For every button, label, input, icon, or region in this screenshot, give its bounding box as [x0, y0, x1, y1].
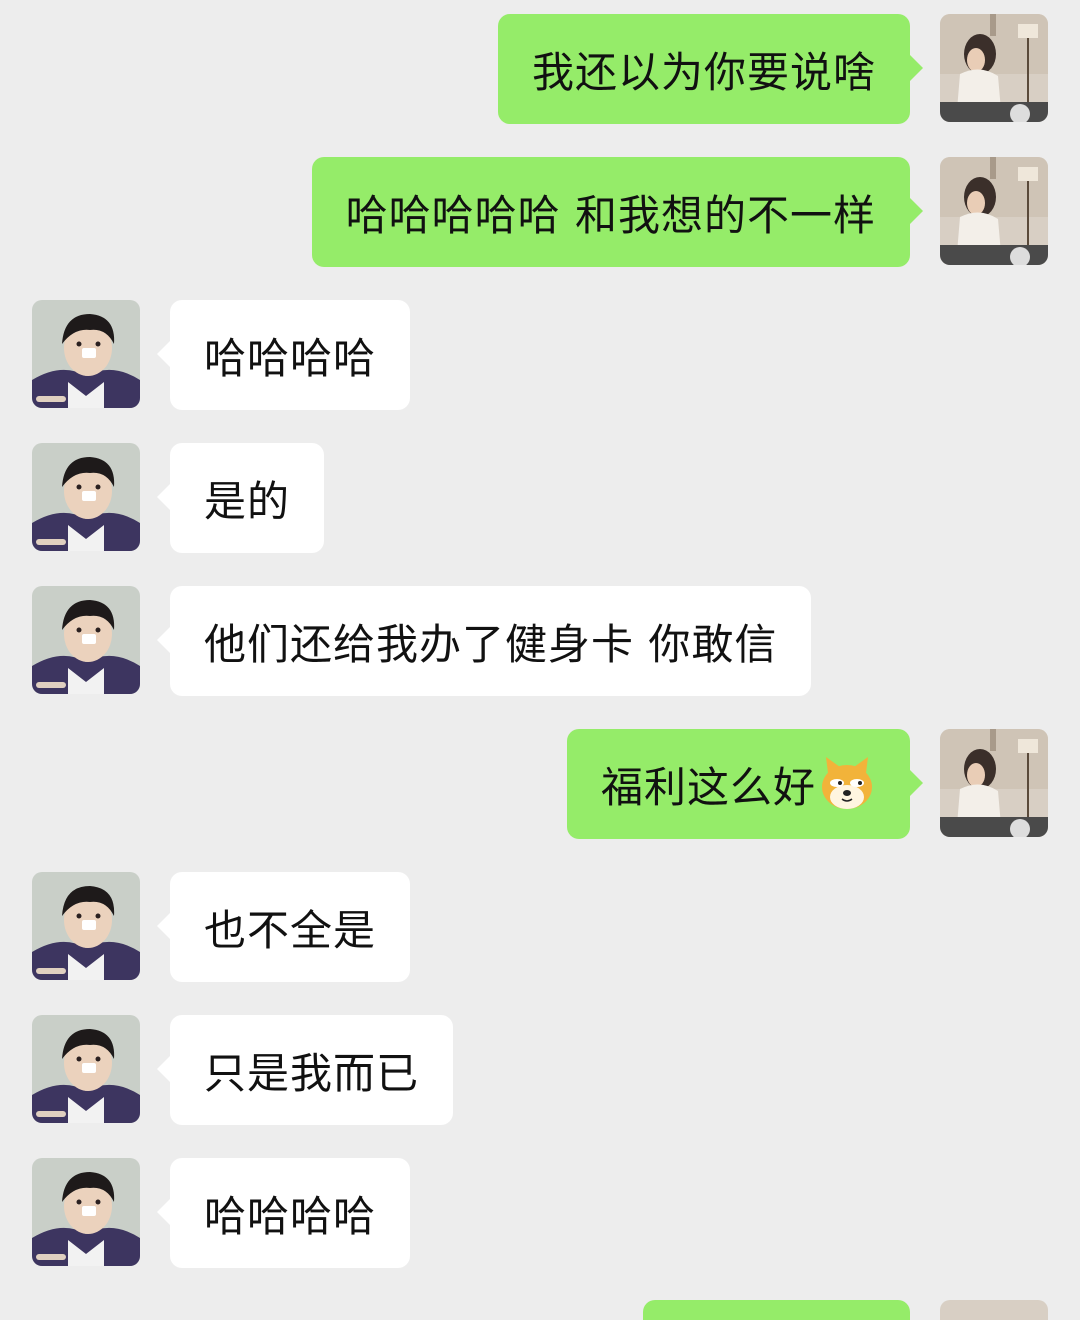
contact-avatar-image [32, 872, 140, 980]
doge-emoji-icon [818, 755, 876, 813]
message-bubble[interactable]: 我还以为你要说啥 [497, 14, 924, 124]
received-message: 也不全是 [0, 872, 1080, 982]
received-message: 是的 [0, 443, 1080, 553]
received-message: 只是我而已 [0, 1015, 1080, 1125]
contact-avatar-image [32, 586, 140, 694]
user-avatar-image [940, 157, 1048, 265]
message-bubble[interactable]: 哈哈哈哈 [156, 300, 411, 410]
received-message: 哈哈哈哈 [0, 300, 1080, 410]
message-bubble[interactable]: 福利这么好 [566, 729, 924, 839]
sent-message: 我还以为你要说啥 [0, 14, 1080, 124]
contact-avatar[interactable] [32, 872, 140, 980]
user-avatar[interactable] [940, 14, 1048, 122]
message-text: 福利这么好 [600, 762, 816, 812]
user-avatar-image [940, 14, 1048, 122]
contact-avatar[interactable] [32, 1158, 140, 1266]
sent-message: 福利这么好 [0, 729, 1080, 839]
user-avatar-image [940, 729, 1048, 837]
contact-avatar[interactable] [32, 300, 140, 408]
message-bubble[interactable]: 只是我而已 [156, 1015, 454, 1125]
contact-avatar-image [32, 300, 140, 408]
contact-avatar-image [32, 1015, 140, 1123]
message-bubble[interactable]: 哈哈哈哈哈 和我想的不一样 [311, 157, 924, 267]
user-avatar-partial[interactable] [940, 1300, 1048, 1320]
message-bubble[interactable]: 也不全是 [156, 872, 411, 982]
contact-avatar-image [32, 443, 140, 551]
message-bubble[interactable]: 哈哈哈哈 [156, 1158, 411, 1268]
message-bubble[interactable]: 是的 [156, 443, 325, 553]
chat-message-list[interactable]: 我还以为你要说啥 哈哈哈哈哈 和我想的不一样 哈哈哈哈 是的 他们还给我办了健身… [0, 0, 1080, 1320]
contact-avatar-image [32, 1158, 140, 1266]
user-avatar[interactable] [940, 157, 1048, 265]
contact-avatar[interactable] [32, 586, 140, 694]
sent-message: 哈哈哈哈哈 和我想的不一样 [0, 157, 1080, 267]
message-bubble[interactable]: 他们还给我办了健身卡 你敢信 [156, 586, 812, 696]
received-message: 他们还给我办了健身卡 你敢信 [0, 586, 1080, 696]
sent-message-partial[interactable] [643, 1300, 910, 1320]
contact-avatar[interactable] [32, 443, 140, 551]
received-message: 哈哈哈哈 [0, 1158, 1080, 1268]
contact-avatar[interactable] [32, 1015, 140, 1123]
user-avatar[interactable] [940, 729, 1048, 837]
